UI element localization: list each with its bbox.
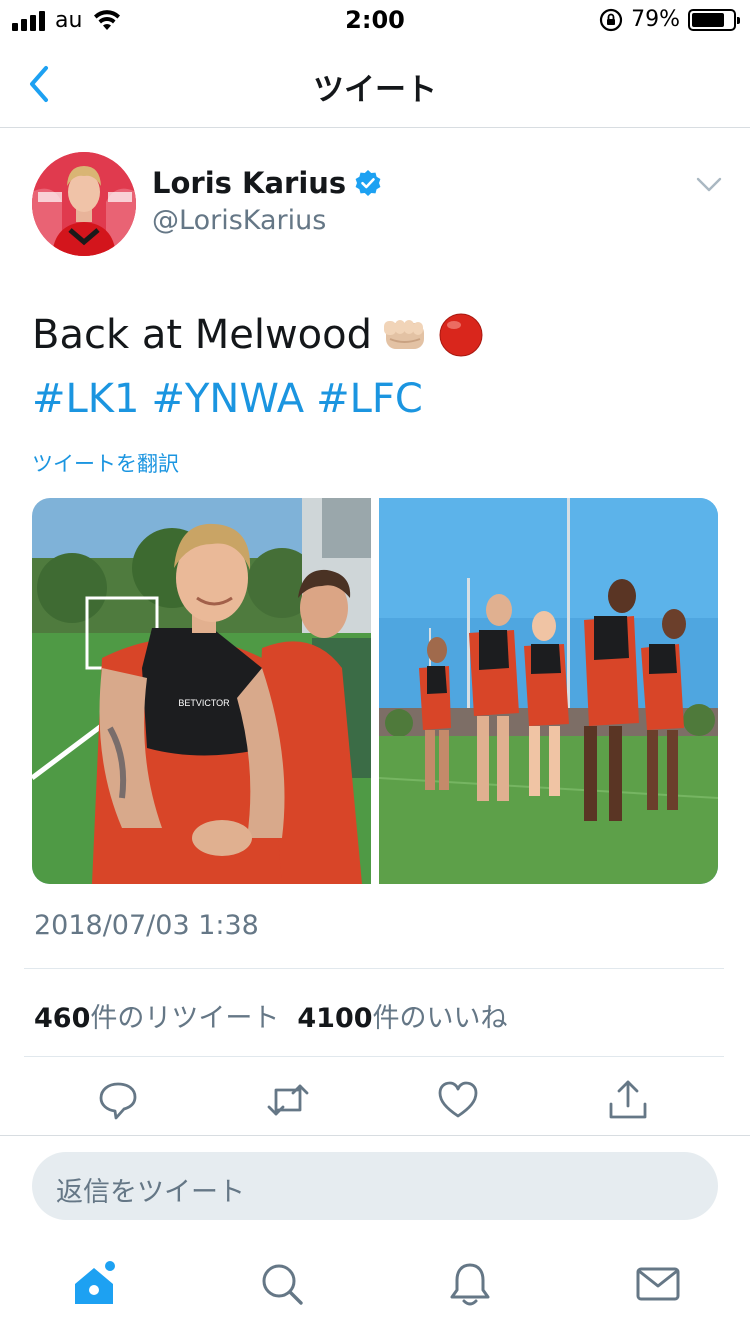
messages-icon	[636, 1267, 680, 1301]
like-button[interactable]	[436, 1078, 480, 1122]
chevron-down-icon[interactable]	[696, 176, 722, 194]
reply-input[interactable]: 返信をツイート	[32, 1152, 718, 1220]
retweet-stat[interactable]: 460件のリツイート	[34, 996, 279, 1035]
fist-bump-emoji	[384, 320, 425, 349]
tweet-action-bar	[0, 1078, 750, 1126]
tab-bar	[0, 1240, 750, 1334]
page-title: ツイート	[313, 72, 437, 108]
hashtag-ynwa[interactable]: #YNWA	[151, 376, 304, 422]
hashtag-row: #LK1 #YNWA #LFC	[32, 376, 423, 422]
hashtag-lk1[interactable]: #LK1	[32, 376, 139, 422]
divider	[24, 1056, 724, 1057]
tweet-photo-2[interactable]	[379, 498, 718, 884]
home-icon	[75, 1261, 115, 1304]
battery-icon	[688, 8, 740, 31]
svg-text:BETVICTOR: BETVICTOR	[178, 698, 230, 708]
orientation-lock-icon	[599, 8, 623, 31]
like-stat[interactable]: 4100件のいいね	[297, 996, 507, 1035]
tweet-photo-1[interactable]: BETVICTOR	[32, 498, 371, 884]
reply-placeholder: 返信をツイート	[56, 1177, 245, 1208]
retweet-label: 件のリツイート	[90, 1003, 280, 1034]
author-name-row[interactable]: Loris Karius	[152, 166, 382, 200]
like-count: 4100	[297, 1003, 373, 1034]
tweet-text-row: Back at Melwood	[32, 312, 484, 358]
tab-search[interactable]	[258, 1260, 306, 1308]
photo-team-running	[379, 498, 718, 884]
search-icon	[262, 1264, 303, 1305]
translate-tweet-link[interactable]: ツイートを翻訳	[32, 448, 179, 478]
retweet-button[interactable]	[266, 1078, 310, 1122]
retweet-count: 460	[34, 1003, 91, 1034]
author-handle[interactable]: @LorisKarius	[152, 205, 326, 236]
tab-messages[interactable]	[634, 1260, 682, 1308]
divider	[24, 968, 724, 969]
tab-notifications[interactable]	[446, 1260, 494, 1308]
hashtag-lfc[interactable]: #LFC	[316, 376, 423, 422]
navigation-bar: ツイート	[0, 40, 750, 128]
like-label: 件のいいね	[372, 1003, 508, 1034]
verified-badge-icon	[355, 170, 381, 196]
red-circle-emoji	[439, 313, 483, 357]
reply-button[interactable]	[96, 1078, 140, 1122]
notifications-icon	[450, 1263, 490, 1306]
share-icon	[609, 1080, 647, 1119]
photo-player-smiling: BETVICTOR	[32, 498, 371, 884]
divider	[0, 1135, 750, 1136]
battery-percent: 79%	[631, 7, 680, 32]
share-button[interactable]	[606, 1078, 650, 1122]
tweet-stats: 460件のリツイート 4100件のいいね	[34, 996, 508, 1035]
tweet-text: Back at Melwood	[32, 312, 373, 358]
tab-home[interactable]	[70, 1260, 118, 1308]
avatar[interactable]	[32, 152, 136, 256]
tweet-media: BETVICTOR	[32, 498, 718, 884]
reply-icon	[99, 1082, 137, 1120]
status-bar: au 2:00 79%	[0, 0, 750, 40]
retweet-icon	[267, 1084, 309, 1116]
tweet-timestamp: 2018/07/03 1:38	[34, 910, 259, 941]
status-right: 79%	[599, 7, 740, 32]
like-icon	[438, 1081, 478, 1118]
profile-photo	[32, 152, 136, 256]
author-name: Loris Karius	[152, 166, 347, 200]
